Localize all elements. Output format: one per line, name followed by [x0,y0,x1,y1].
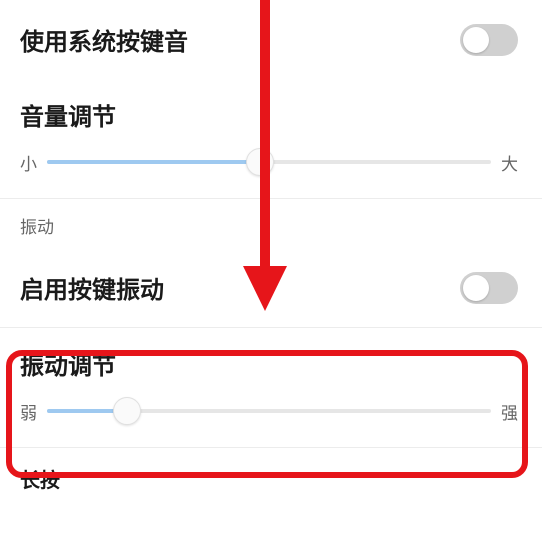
vibration-adjust-title: 振动调节 [20,346,522,381]
use-system-keysound-label: 使用系统按键音 [20,22,188,57]
toggle-knob-icon [463,27,489,53]
use-system-keysound-toggle[interactable] [460,24,518,56]
toggle-knob-icon [463,275,489,301]
volume-max-label: 大 [501,150,518,175]
volume-min-label: 小 [20,150,37,175]
enable-vibration-toggle[interactable] [460,272,518,304]
slider-thumb-icon [246,148,274,176]
volume-adjust-title: 音量调节 [20,97,522,132]
enable-vibration-label: 启用按键振动 [20,270,164,305]
vibration-section-label: 振动 [0,199,542,248]
vibration-min-label: 弱 [20,399,37,424]
vibration-max-label: 强 [501,399,518,424]
volume-slider[interactable] [47,148,491,176]
vibration-slider[interactable] [47,397,491,425]
slider-thumb-icon [113,397,141,425]
longpress-label: 长按 [0,448,542,509]
